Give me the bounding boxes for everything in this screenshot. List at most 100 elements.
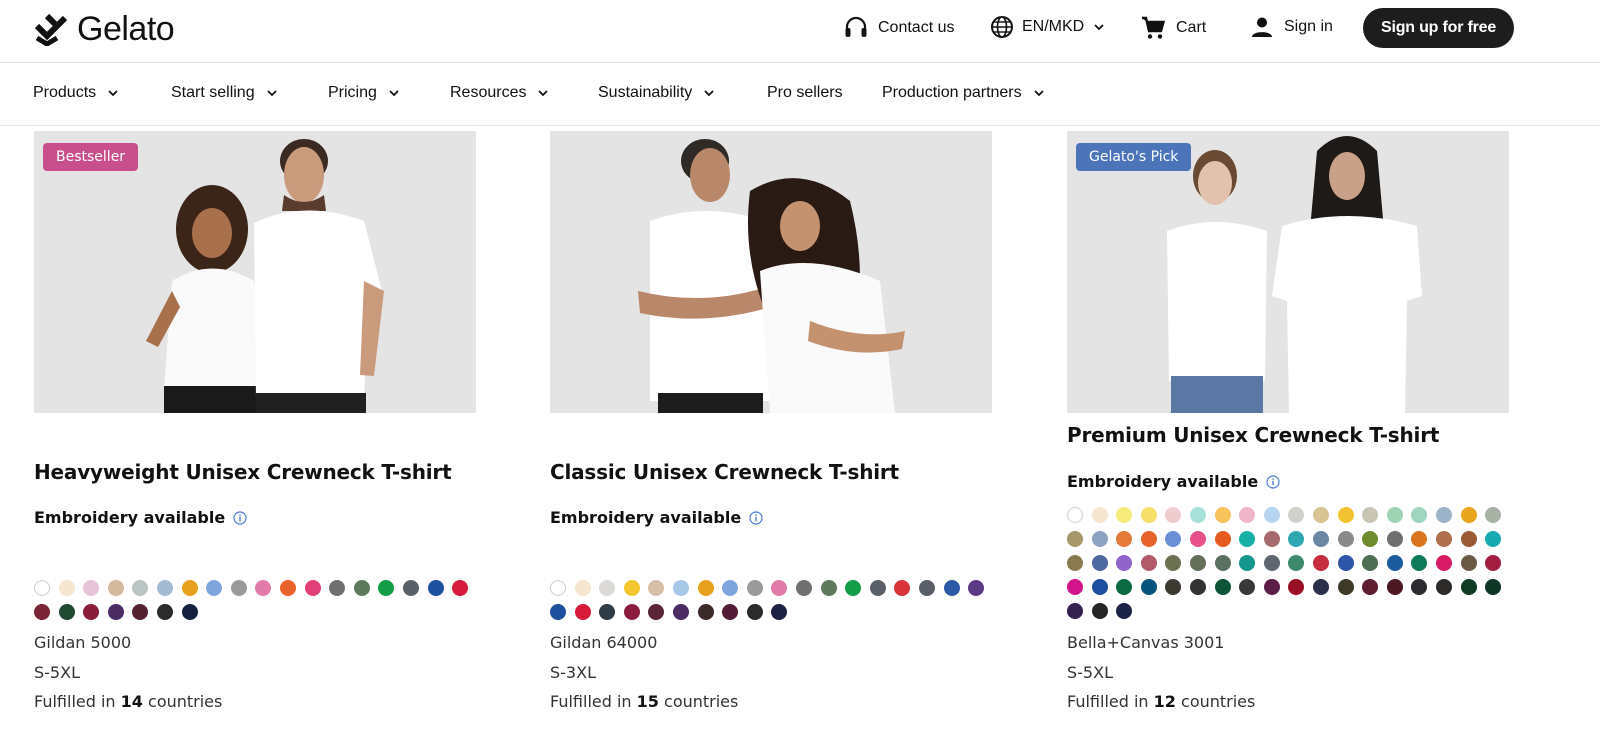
color-swatch[interactable] bbox=[1337, 579, 1354, 595]
color-swatch[interactable] bbox=[1411, 579, 1428, 595]
color-swatch[interactable] bbox=[1067, 579, 1083, 595]
color-swatch[interactable] bbox=[34, 580, 50, 596]
color-swatch[interactable] bbox=[1386, 579, 1403, 595]
color-swatch[interactable] bbox=[1091, 507, 1108, 523]
color-swatch[interactable] bbox=[1485, 507, 1502, 523]
color-swatch[interactable] bbox=[329, 580, 346, 596]
color-swatch[interactable] bbox=[1288, 555, 1305, 571]
color-swatch[interactable] bbox=[156, 580, 173, 596]
color-swatch[interactable] bbox=[1337, 507, 1354, 523]
color-swatch[interactable] bbox=[1288, 531, 1305, 547]
color-swatch[interactable] bbox=[1214, 531, 1231, 547]
color-swatch[interactable] bbox=[1411, 531, 1428, 547]
product-image[interactable]: Bestseller bbox=[34, 131, 476, 413]
color-swatch[interactable] bbox=[1091, 603, 1108, 619]
color-swatch[interactable] bbox=[1288, 579, 1305, 595]
color-swatch[interactable] bbox=[746, 580, 763, 596]
color-swatch[interactable] bbox=[1239, 579, 1256, 595]
color-swatch[interactable] bbox=[820, 580, 837, 596]
color-swatch[interactable] bbox=[672, 604, 689, 620]
color-swatch[interactable] bbox=[722, 604, 739, 620]
color-swatch[interactable] bbox=[1214, 555, 1231, 571]
color-swatch[interactable] bbox=[1239, 555, 1256, 571]
color-swatch[interactable] bbox=[255, 580, 272, 596]
color-swatch[interactable] bbox=[452, 580, 469, 596]
color-swatch[interactable] bbox=[623, 580, 640, 596]
color-swatch[interactable] bbox=[1189, 555, 1206, 571]
color-swatch[interactable] bbox=[1485, 555, 1502, 571]
color-swatch[interactable] bbox=[1263, 507, 1280, 523]
color-swatch[interactable] bbox=[1165, 531, 1182, 547]
color-swatch[interactable] bbox=[1189, 531, 1206, 547]
sign-up-button[interactable]: Sign up for free bbox=[1363, 8, 1514, 48]
color-swatch[interactable] bbox=[58, 580, 75, 596]
color-swatch[interactable] bbox=[230, 580, 247, 596]
color-swatch[interactable] bbox=[1263, 555, 1280, 571]
color-swatch[interactable] bbox=[402, 580, 419, 596]
color-swatch[interactable] bbox=[1312, 555, 1329, 571]
color-swatch[interactable] bbox=[427, 580, 444, 596]
color-swatch[interactable] bbox=[34, 604, 50, 620]
color-swatch[interactable] bbox=[304, 580, 321, 596]
color-swatch[interactable] bbox=[1189, 579, 1206, 595]
color-swatch[interactable] bbox=[1312, 507, 1329, 523]
nav-pro-sellers[interactable]: Pro sellers bbox=[767, 84, 843, 102]
color-swatch[interactable] bbox=[697, 604, 714, 620]
product-title[interactable]: Premium Unisex Crewneck T-shirt bbox=[1067, 423, 1439, 447]
color-swatch[interactable] bbox=[181, 580, 198, 596]
color-swatch[interactable] bbox=[1116, 507, 1133, 523]
product-image[interactable]: Gelato's Pick bbox=[1067, 131, 1509, 413]
color-swatch[interactable] bbox=[378, 580, 395, 596]
color-swatch[interactable] bbox=[1435, 579, 1452, 595]
nav-sustainability[interactable]: Sustainability bbox=[598, 84, 716, 102]
color-swatch[interactable] bbox=[1411, 555, 1428, 571]
contact-us-link[interactable]: Contact us bbox=[844, 15, 954, 41]
color-swatch[interactable] bbox=[623, 604, 640, 620]
color-swatch[interactable] bbox=[648, 604, 665, 620]
color-swatch[interactable] bbox=[1067, 555, 1083, 571]
color-swatch[interactable] bbox=[1435, 531, 1452, 547]
color-swatch[interactable] bbox=[1460, 579, 1477, 595]
gelato-logo[interactable]: Gelato bbox=[33, 10, 175, 48]
sign-in-link[interactable]: Sign in bbox=[1250, 15, 1333, 39]
color-swatch[interactable] bbox=[1140, 507, 1157, 523]
language-selector[interactable]: EN/MKD bbox=[990, 15, 1106, 39]
color-swatch[interactable] bbox=[1067, 603, 1083, 619]
color-swatch[interactable] bbox=[550, 580, 566, 596]
color-swatch[interactable] bbox=[1214, 507, 1231, 523]
color-swatch[interactable] bbox=[1386, 507, 1403, 523]
color-swatch[interactable] bbox=[1067, 531, 1083, 547]
color-swatch[interactable] bbox=[574, 604, 591, 620]
color-swatch[interactable] bbox=[1214, 579, 1231, 595]
color-swatch[interactable] bbox=[1362, 579, 1379, 595]
color-swatch[interactable] bbox=[795, 580, 812, 596]
color-swatch[interactable] bbox=[1435, 555, 1452, 571]
color-swatch[interactable] bbox=[1263, 531, 1280, 547]
color-swatch[interactable] bbox=[1312, 579, 1329, 595]
color-swatch[interactable] bbox=[1116, 603, 1133, 619]
color-swatch[interactable] bbox=[1165, 579, 1182, 595]
color-swatch[interactable] bbox=[1067, 507, 1083, 523]
nav-products[interactable]: Products bbox=[33, 84, 120, 102]
color-swatch[interactable] bbox=[1189, 507, 1206, 523]
color-swatch[interactable] bbox=[83, 604, 100, 620]
color-swatch[interactable] bbox=[1460, 555, 1477, 571]
color-swatch[interactable] bbox=[894, 580, 911, 596]
color-swatch[interactable] bbox=[206, 580, 223, 596]
color-swatch[interactable] bbox=[599, 580, 616, 596]
product-title[interactable]: Classic Unisex Crewneck T-shirt bbox=[550, 460, 899, 484]
color-swatch[interactable] bbox=[1411, 507, 1428, 523]
color-swatch[interactable] bbox=[968, 580, 985, 596]
color-swatch[interactable] bbox=[107, 580, 124, 596]
product-image[interactable] bbox=[550, 131, 992, 413]
color-swatch[interactable] bbox=[1116, 531, 1133, 547]
color-swatch[interactable] bbox=[574, 580, 591, 596]
color-swatch[interactable] bbox=[1435, 507, 1452, 523]
color-swatch[interactable] bbox=[1337, 531, 1354, 547]
color-swatch[interactable] bbox=[550, 604, 566, 620]
color-swatch[interactable] bbox=[1091, 555, 1108, 571]
color-swatch[interactable] bbox=[672, 580, 689, 596]
nav-resources[interactable]: Resources bbox=[450, 84, 550, 102]
color-swatch[interactable] bbox=[279, 580, 296, 596]
color-swatch[interactable] bbox=[1337, 555, 1354, 571]
